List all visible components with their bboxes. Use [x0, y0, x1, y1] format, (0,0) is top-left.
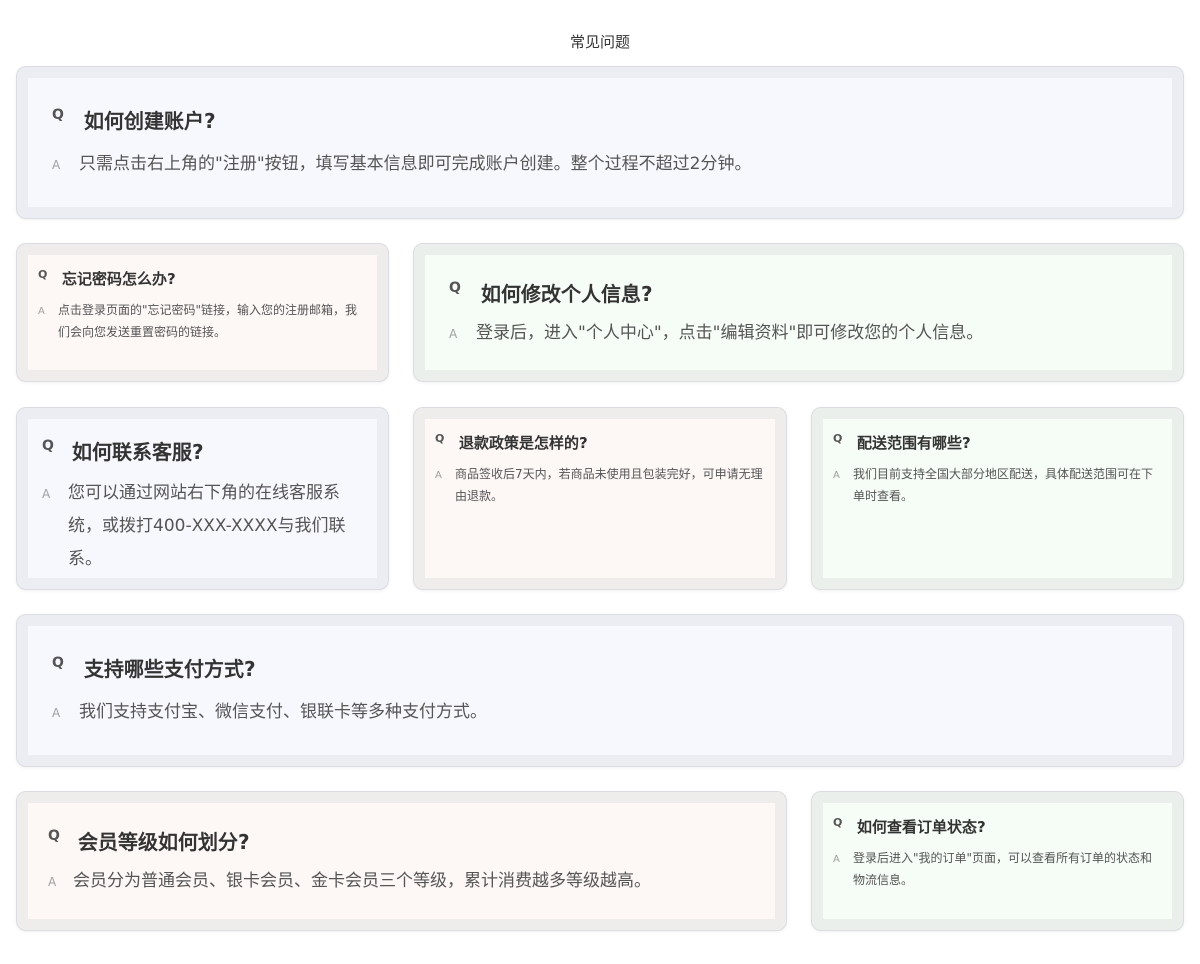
- faq-card-body: Q 如何创建账户? A 只需点击右上角的"注册"按钮，填写基本信息即可完成账户创…: [28, 78, 1172, 207]
- faq-question-row: Q 如何查看订单状态?: [833, 815, 1162, 837]
- faq-answer-row: A 我们支持支付宝、微信支付、银联卡等多种支付方式。: [52, 702, 1148, 729]
- faq-answer-row: A 点击登录页面的"忘记密码"链接，输入您的注册邮箱，我们会向您发送重置密码的链…: [38, 303, 367, 343]
- faq-answer: 我们支持支付宝、微信支付、银联卡等多种支付方式。: [79, 702, 487, 722]
- answer-marker: A: [38, 306, 45, 317]
- answer-marker: A: [833, 470, 840, 481]
- faq-card-payment-methods[interactable]: Q 支持哪些支付方式? A 我们支持支付宝、微信支付、银联卡等多种支付方式。: [16, 614, 1184, 767]
- faq-answer: 点击登录页面的"忘记密码"链接，输入您的注册邮箱，我们会向您发送重置密码的链接。: [58, 303, 358, 339]
- faq-question-row: Q 退款政策是怎样的?: [435, 431, 765, 453]
- faq-answer: 您可以通过网站右下角的在线客服系统，或拨打400-XXX-XXXX与我们联系。: [68, 483, 346, 569]
- faq-answer: 会员分为普通会员、银卡会员、金卡会员三个等级，累计消费越多等级越高。: [73, 871, 651, 891]
- faq-question: 如何修改个人信息?: [481, 282, 653, 306]
- question-marker: Q: [42, 438, 54, 454]
- faq-question: 如何创建账户?: [84, 109, 216, 133]
- faq-answer-row: A 商品签收后7天内，若商品未使用且包装完好，可申请无理由退款。: [435, 467, 765, 507]
- faq-question: 如何联系客服?: [72, 440, 204, 464]
- question-marker: Q: [52, 655, 64, 671]
- faq-answer-row: A 您可以通过网站右下角的在线客服系统，或拨打400-XXX-XXXX与我们联系…: [42, 483, 357, 576]
- faq-card-body: Q 退款政策是怎样的? A 商品签收后7天内，若商品未使用且包装完好，可申请无理…: [425, 419, 775, 578]
- faq-card-body: Q 支持哪些支付方式? A 我们支持支付宝、微信支付、银联卡等多种支付方式。: [28, 626, 1172, 755]
- answer-marker: A: [48, 875, 57, 889]
- faq-question: 忘记密码怎么办?: [62, 270, 176, 288]
- faq-answer-row: A 会员分为普通会员、银卡会员、金卡会员三个等级，累计消费越多等级越高。: [48, 871, 751, 898]
- faq-question-row: Q 忘记密码怎么办?: [38, 267, 367, 289]
- page-title: 常见问题: [569, 33, 630, 51]
- answer-marker: A: [833, 854, 840, 865]
- faq-card-body: Q 会员等级如何划分? A 会员分为普通会员、银卡会员、金卡会员三个等级，累计消…: [28, 803, 775, 919]
- question-marker: Q: [52, 107, 64, 123]
- faq-question: 退款政策是怎样的?: [459, 434, 588, 452]
- answer-marker: A: [449, 327, 458, 341]
- faq-question-row: Q 会员等级如何划分?: [48, 827, 751, 855]
- faq-card-contact-support[interactable]: Q 如何联系客服? A 您可以通过网站右下角的在线客服系统，或拨打400-XXX…: [16, 407, 389, 590]
- answer-marker: A: [435, 470, 442, 481]
- faq-card-body: Q 如何查看订单状态? A 登录后进入"我的订单"页面，可以查看所有订单的状态和…: [823, 803, 1172, 919]
- question-marker: Q: [449, 280, 461, 296]
- faq-answer-row: A 只需点击右上角的"注册"按钮，填写基本信息即可完成账户创建。整个过程不超过2…: [52, 154, 1148, 181]
- faq-answer: 只需点击右上角的"注册"按钮，填写基本信息即可完成账户创建。整个过程不超过2分钟…: [79, 154, 752, 174]
- faq-question: 配送范围有哪些?: [857, 434, 971, 452]
- faq-question-row: Q 配送范围有哪些?: [833, 431, 1162, 453]
- faq-card-body: Q 配送范围有哪些? A 我们目前支持全国大部分地区配送，具体配送范围可在下单时…: [823, 419, 1172, 578]
- faq-question-row: Q 如何联系客服?: [42, 437, 357, 465]
- faq-answer-row: A 登录后进入"我的订单"页面，可以查看所有订单的状态和物流信息。: [833, 851, 1162, 891]
- faq-question-row: Q 如何创建账户?: [52, 106, 1148, 134]
- faq-answer: 登录后，进入"个人中心"，点击"编辑资料"即可修改您的个人信息。: [476, 323, 984, 343]
- faq-answer: 商品签收后7天内，若商品未使用且包装完好，可申请无理由退款。: [455, 467, 763, 503]
- question-marker: Q: [48, 828, 60, 844]
- question-marker: Q: [833, 816, 843, 829]
- faq-card-create-account[interactable]: Q 如何创建账户? A 只需点击右上角的"注册"按钮，填写基本信息即可完成账户创…: [16, 66, 1184, 219]
- answer-marker: A: [52, 158, 61, 172]
- faq-question-row: Q 如何修改个人信息?: [449, 279, 1148, 307]
- faq-card-forgot-password[interactable]: Q 忘记密码怎么办? A 点击登录页面的"忘记密码"链接，输入您的注册邮箱，我们…: [16, 243, 389, 382]
- faq-answer: 我们目前支持全国大部分地区配送，具体配送范围可在下单时查看。: [853, 467, 1154, 503]
- faq-card-delivery-range[interactable]: Q 配送范围有哪些? A 我们目前支持全国大部分地区配送，具体配送范围可在下单时…: [811, 407, 1184, 590]
- faq-card-body: Q 如何修改个人信息? A 登录后，进入"个人中心"，点击"编辑资料"即可修改您…: [425, 255, 1172, 370]
- faq-question: 支持哪些支付方式?: [84, 657, 256, 681]
- faq-card-body: Q 如何联系客服? A 您可以通过网站右下角的在线客服系统，或拨打400-XXX…: [28, 419, 377, 578]
- faq-question: 会员等级如何划分?: [78, 830, 250, 854]
- faq-answer-row: A 我们目前支持全国大部分地区配送，具体配送范围可在下单时查看。: [833, 467, 1162, 507]
- question-marker: Q: [435, 432, 445, 445]
- faq-question: 如何查看订单状态?: [857, 818, 986, 836]
- faq-card-body: Q 忘记密码怎么办? A 点击登录页面的"忘记密码"链接，输入您的注册邮箱，我们…: [28, 255, 377, 370]
- faq-question-row: Q 支持哪些支付方式?: [52, 654, 1148, 682]
- faq-card-membership-levels[interactable]: Q 会员等级如何划分? A 会员分为普通会员、银卡会员、金卡会员三个等级，累计消…: [16, 791, 787, 931]
- faq-card-edit-profile[interactable]: Q 如何修改个人信息? A 登录后，进入"个人中心"，点击"编辑资料"即可修改您…: [413, 243, 1184, 382]
- question-marker: Q: [38, 268, 48, 281]
- question-marker: Q: [833, 432, 843, 445]
- answer-marker: A: [52, 706, 61, 720]
- faq-card-refund-policy[interactable]: Q 退款政策是怎样的? A 商品签收后7天内，若商品未使用且包装完好，可申请无理…: [413, 407, 787, 590]
- faq-answer: 登录后进入"我的订单"页面，可以查看所有订单的状态和物流信息。: [853, 851, 1153, 887]
- faq-card-order-status[interactable]: Q 如何查看订单状态? A 登录后进入"我的订单"页面，可以查看所有订单的状态和…: [811, 791, 1184, 931]
- faq-answer-row: A 登录后，进入"个人中心"，点击"编辑资料"即可修改您的个人信息。: [449, 323, 1148, 350]
- answer-marker: A: [42, 487, 51, 501]
